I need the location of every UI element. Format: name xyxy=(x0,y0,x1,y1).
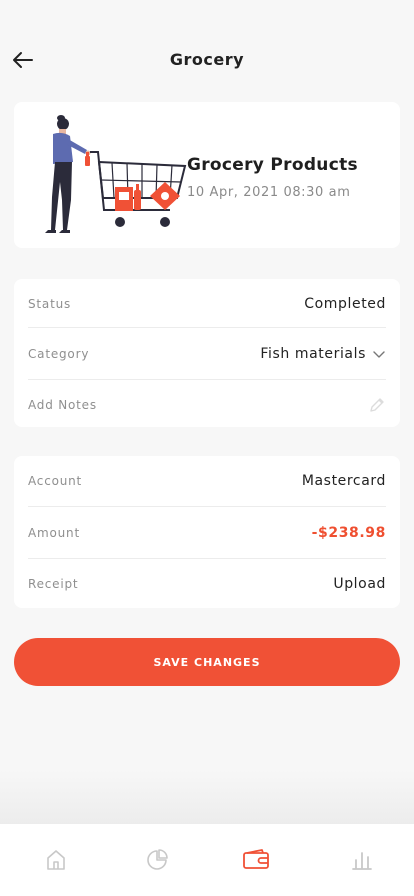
home-icon xyxy=(47,850,65,870)
pencil-icon xyxy=(370,398,384,412)
account-row: Account Mastercard xyxy=(28,456,386,506)
transaction-details-card: Status Completed Category Fish materials… xyxy=(14,279,400,427)
status-row: Status Completed xyxy=(28,279,386,329)
category-select[interactable]: Fish materials xyxy=(260,346,386,362)
upload-receipt-button[interactable]: Upload xyxy=(333,576,386,592)
edit-notes-button[interactable] xyxy=(368,396,386,414)
tab-stats[interactable] xyxy=(143,846,171,874)
notes-label: Add Notes xyxy=(28,398,97,412)
receipt-row: Receipt Upload xyxy=(28,559,386,609)
account-value: Mastercard xyxy=(301,473,386,489)
payment-details-card: Account Mastercard Amount -$238.98 Recei… xyxy=(14,456,400,608)
category-label: Category xyxy=(28,347,90,361)
transaction-summary-card: Grocery Products 10 Apr, 2021 08:30 am xyxy=(14,102,400,248)
amount-row: Amount -$238.98 xyxy=(28,508,386,558)
status-label: Status xyxy=(28,297,72,311)
status-value: Completed xyxy=(304,296,386,312)
tab-wallet[interactable] xyxy=(242,846,270,874)
category-value: Fish materials xyxy=(260,346,366,362)
account-label: Account xyxy=(28,474,83,488)
divider xyxy=(28,506,386,507)
tab-home[interactable] xyxy=(42,846,70,874)
bar-chart-icon xyxy=(352,852,372,870)
transaction-title: Grocery Products xyxy=(187,155,358,175)
transaction-date: 10 Apr, 2021 08:30 am xyxy=(187,185,351,200)
bottom-tab-bar xyxy=(0,824,414,896)
scroll-fade xyxy=(0,770,414,826)
category-row[interactable]: Category Fish materials xyxy=(28,329,386,379)
notes-row[interactable]: Add Notes xyxy=(28,380,386,430)
chevron-down-icon xyxy=(373,351,385,358)
wallet-icon xyxy=(243,849,269,869)
save-changes-button[interactable]: SAVE CHANGES xyxy=(14,638,400,686)
tab-reports[interactable] xyxy=(348,846,376,874)
pie-chart-icon xyxy=(147,849,168,870)
receipt-label: Receipt xyxy=(28,577,79,591)
page-title: Grocery xyxy=(169,50,245,69)
amount-label: Amount xyxy=(28,526,80,540)
divider xyxy=(28,327,386,328)
woman-with-shopping-cart-illustration xyxy=(45,115,187,233)
amount-value: -$238.98 xyxy=(311,525,386,541)
header: Grocery xyxy=(0,0,414,110)
